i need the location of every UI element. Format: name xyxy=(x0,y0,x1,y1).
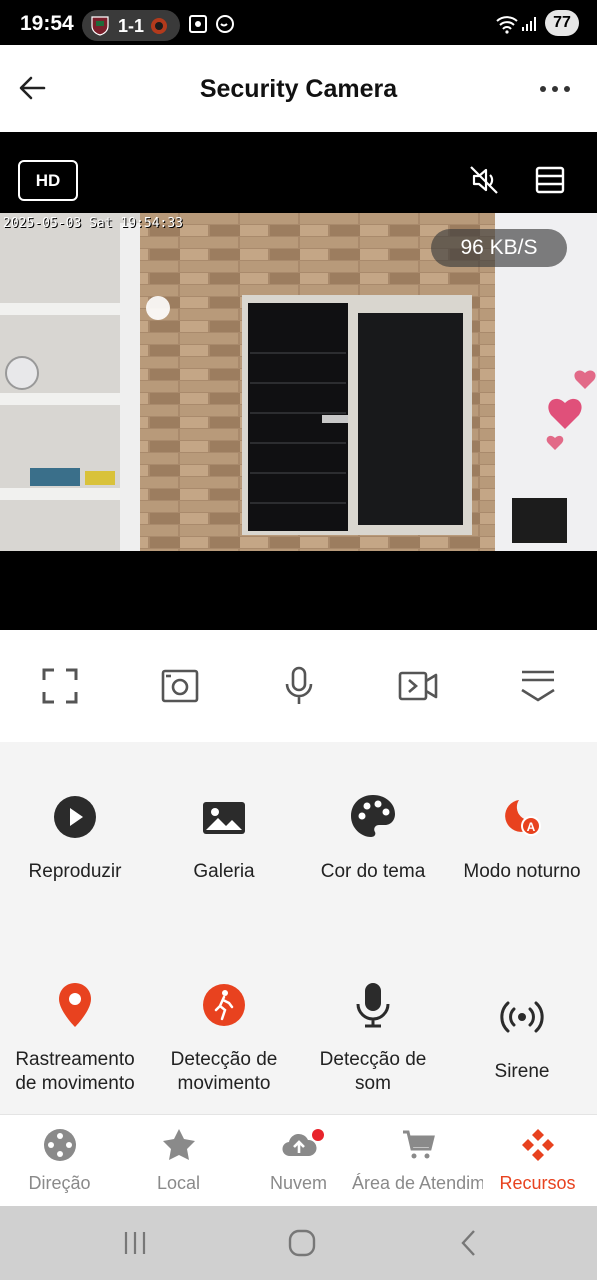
feature-siren[interactable]: Sirene xyxy=(447,980,597,1100)
microphone-icon xyxy=(356,983,390,1028)
hd-quality-button[interactable]: HD xyxy=(18,160,78,201)
palette-icon xyxy=(351,795,395,837)
status-bar: 19:54 1-1 77 xyxy=(0,0,597,45)
layout-list-icon[interactable] xyxy=(532,162,568,198)
feature-motion-tracking[interactable]: Rastreamento de movimento xyxy=(0,980,150,1100)
fullscreen-icon[interactable] xyxy=(38,664,82,708)
video-controls-bar xyxy=(0,630,597,742)
feature-sound-detection[interactable]: Detecção de som xyxy=(298,980,448,1100)
apps-icon xyxy=(522,1129,554,1161)
score-text: 1-1 xyxy=(118,16,145,36)
screenshot-camera-icon[interactable] xyxy=(158,664,202,708)
joystick-icon xyxy=(44,1129,76,1161)
more-options-icon[interactable] xyxy=(535,75,575,103)
nav-item-recursos[interactable]: Recursos xyxy=(478,1115,597,1207)
nav-item-nuvem[interactable]: Nuvem xyxy=(239,1115,358,1207)
microphone-icon[interactable] xyxy=(277,664,321,708)
nav-item-local[interactable]: Local xyxy=(119,1115,238,1207)
feature-playback[interactable]: Reproduzir xyxy=(0,792,150,892)
collapse-menu-icon[interactable] xyxy=(516,664,560,708)
play-circle-icon xyxy=(54,796,96,838)
page-title: Security Camera xyxy=(199,75,398,103)
features-grid: Reproduzir Galeria Cor do tema A Modo no… xyxy=(0,742,597,1114)
walking-person-icon xyxy=(203,984,245,1026)
home-icon[interactable] xyxy=(285,1226,319,1260)
system-back-icon[interactable] xyxy=(452,1226,486,1260)
camera-feed[interactable]: 2025-05-03 Sat 19:54:33 96 KB/S xyxy=(0,213,597,551)
record-video-icon[interactable] xyxy=(396,664,440,708)
signal-icon xyxy=(522,17,536,31)
status-time: 19:54 xyxy=(20,12,74,35)
team-crest-icon xyxy=(91,16,109,36)
feature-motion-detection[interactable]: Detecção de movimento xyxy=(149,980,299,1100)
nav-item-direcao[interactable]: Direção xyxy=(0,1115,119,1207)
notification-icons xyxy=(189,15,234,33)
nav-item-atendimento[interactable]: Área de Atendim... xyxy=(352,1115,483,1207)
app-header: Security Camera xyxy=(0,45,597,132)
system-navigation-bar xyxy=(0,1206,597,1280)
timestamp-overlay: 2025-05-03 Sat 19:54:33 xyxy=(3,216,184,231)
system-status-icons: 77 xyxy=(496,10,579,36)
feature-theme-color[interactable]: Cor do tema xyxy=(298,792,448,892)
image-icon xyxy=(203,802,245,834)
recent-apps-icon[interactable] xyxy=(118,1226,152,1260)
night-mode-icon: A xyxy=(505,800,541,836)
speaker-muted-icon[interactable] xyxy=(466,162,502,198)
cart-icon xyxy=(403,1130,435,1159)
battery-level: 77 xyxy=(545,10,579,36)
wifi-icon xyxy=(496,16,518,34)
star-icon xyxy=(163,1129,195,1160)
notification-dot xyxy=(312,1129,324,1141)
live-video-area[interactable]: HD 2025-05-03 Sat 19:54:33 96 KB/S xyxy=(0,132,597,630)
bitrate-badge: 96 KB/S xyxy=(431,229,567,267)
feature-night-mode[interactable]: A Modo noturno xyxy=(447,792,597,892)
feature-gallery[interactable]: Galeria xyxy=(149,792,299,892)
svg-text:A: A xyxy=(527,820,536,834)
siren-icon xyxy=(500,1001,544,1033)
team-crest-icon xyxy=(151,18,167,34)
location-pin-icon xyxy=(59,983,91,1027)
live-score-pill[interactable]: 1-1 xyxy=(82,10,180,41)
bottom-navigation: Direção Local Nuvem Área de Atendim... R… xyxy=(0,1114,597,1206)
